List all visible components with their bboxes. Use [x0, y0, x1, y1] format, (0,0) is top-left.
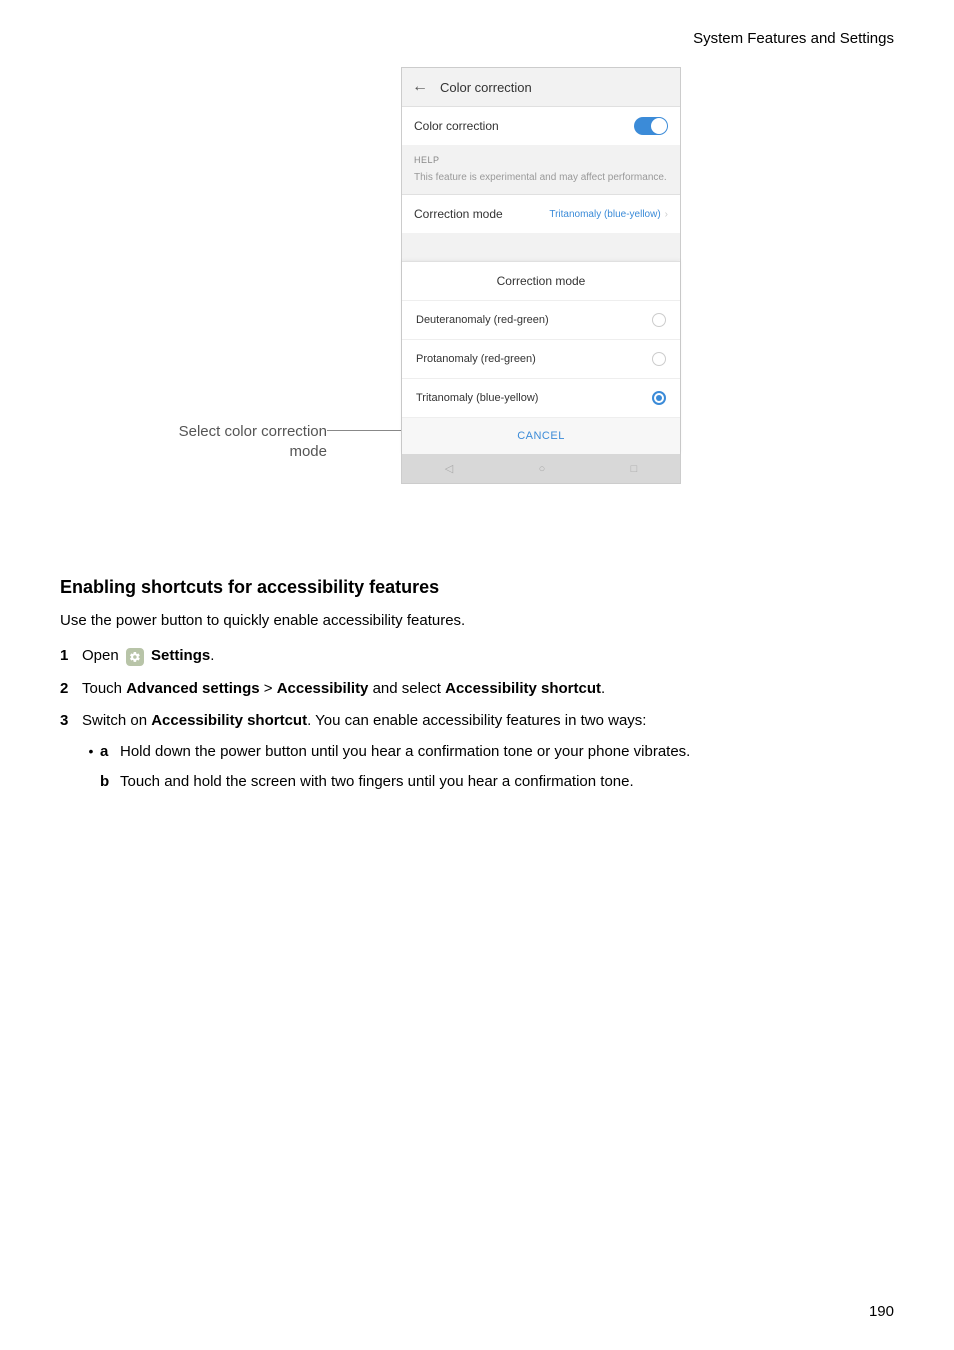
text: Switch on: [82, 712, 151, 729]
intro-paragraph: Use the power button to quickly enable a…: [60, 610, 894, 631]
text-bold: Settings: [151, 647, 210, 664]
callout-label: Select color correction mode: [177, 422, 327, 461]
mode-label: Correction mode: [414, 207, 503, 221]
step-2: 2 Touch Advanced settings > Accessibilit…: [60, 678, 894, 701]
sub-step-b: b Touch and hold the screen with two fin…: [82, 771, 894, 794]
text: Touch and hold the screen with two finge…: [120, 771, 634, 794]
help-header: HELP: [402, 145, 680, 171]
option-deuteranomaly[interactable]: Deuteranomaly (red-green): [402, 300, 680, 339]
step-number: 1: [60, 645, 82, 668]
step-number: 3: [60, 710, 82, 733]
option-label: Tritanomaly (blue-yellow): [416, 392, 538, 404]
text: . You can enable accessibility features …: [307, 712, 646, 729]
phone-screenshot: ← Color correction Color correction HELP…: [401, 67, 681, 484]
radio-icon[interactable]: [652, 391, 666, 405]
settings-icon: [126, 648, 144, 666]
screen-title: Color correction: [440, 80, 532, 95]
option-label: Protanomaly (red-green): [416, 353, 536, 365]
page-number: 190: [869, 1303, 894, 1320]
text-bold: Accessibility shortcut: [445, 680, 601, 697]
sub-step-a: • a Hold down the power button until you…: [82, 741, 894, 764]
android-navbar: ◁ ○ □: [402, 454, 680, 483]
section-heading: Enabling shortcuts for accessibility fea…: [60, 577, 894, 598]
option-tritanomaly[interactable]: Tritanomaly (blue-yellow): [402, 378, 680, 417]
step-1: 1 Open Settings.: [60, 645, 894, 668]
step-3: 3 Switch on Accessibility shortcut. You …: [60, 710, 894, 802]
toggle-label: Color correction: [414, 119, 499, 133]
figure: Select color correction mode ← Color cor…: [177, 67, 777, 547]
chapter-header: System Features and Settings: [60, 30, 894, 47]
radio-icon[interactable]: [652, 313, 666, 327]
body-text: Enabling shortcuts for accessibility fea…: [60, 577, 894, 802]
text: .: [601, 680, 605, 697]
nav-recent-icon[interactable]: □: [631, 463, 638, 475]
callout-line: [327, 430, 401, 431]
cancel-button[interactable]: CANCEL: [402, 417, 680, 454]
text: and select: [368, 680, 445, 697]
sub-letter: b: [100, 771, 120, 794]
steps-list: 1 Open Settings. 2 Touch Advanced settin…: [60, 645, 894, 802]
text: >: [260, 680, 277, 697]
help-text: This feature is experimental and may aff…: [402, 171, 680, 194]
color-correction-toggle-row[interactable]: Color correction: [402, 106, 680, 145]
text: Open: [82, 647, 123, 664]
nav-home-icon[interactable]: ○: [539, 463, 546, 475]
chevron-right-icon: ›: [665, 209, 668, 220]
text-bold: Accessibility: [277, 680, 369, 697]
phone-header: ← Color correction: [402, 68, 680, 106]
spacer: [402, 233, 680, 261]
correction-mode-row[interactable]: Correction mode Tritanomaly (blue-yellow…: [402, 194, 680, 233]
text: .: [210, 647, 214, 664]
bullet-icon: •: [82, 741, 100, 762]
dialog-title: Correction mode: [402, 262, 680, 300]
bullet-blank: [82, 771, 100, 792]
text: Touch: [82, 680, 126, 697]
text: Hold down the power button until you hea…: [120, 741, 690, 764]
nav-back-icon[interactable]: ◁: [445, 462, 453, 475]
text-bold: Accessibility shortcut: [151, 712, 307, 729]
mode-value: Tritanomaly (blue-yellow): [549, 209, 660, 220]
step-number: 2: [60, 678, 82, 701]
option-protanomaly[interactable]: Protanomaly (red-green): [402, 339, 680, 378]
text-bold: Advanced settings: [126, 680, 259, 697]
radio-icon[interactable]: [652, 352, 666, 366]
option-label: Deuteranomaly (red-green): [416, 314, 549, 326]
correction-mode-dialog: Correction mode Deuteranomaly (red-green…: [402, 261, 680, 454]
sub-letter: a: [100, 741, 120, 764]
back-icon[interactable]: ←: [412, 78, 428, 96]
toggle-switch[interactable]: [634, 117, 668, 135]
sub-steps: • a Hold down the power button until you…: [82, 741, 894, 794]
